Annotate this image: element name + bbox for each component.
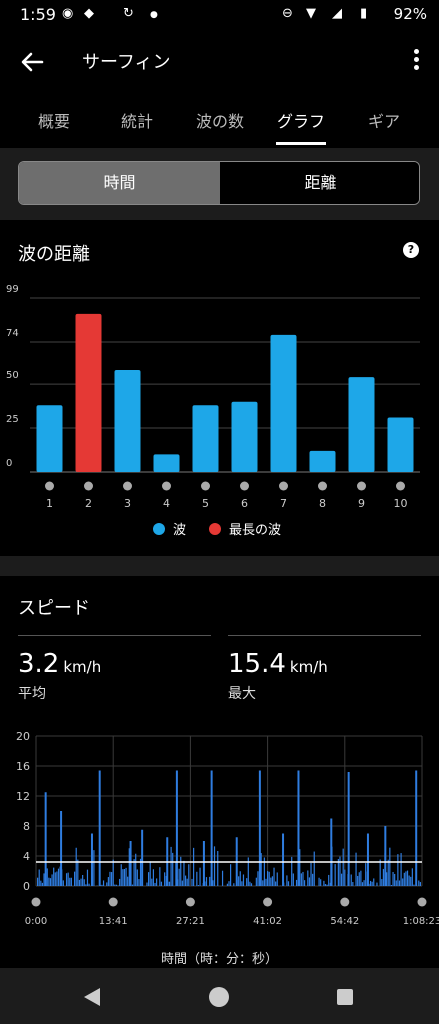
wave-marker-dot	[240, 481, 249, 491]
nav-home-icon[interactable]	[209, 987, 229, 1007]
y-tick-label: 50	[6, 370, 19, 381]
bar	[114, 370, 141, 472]
notification-app-icon: ◉	[62, 6, 74, 21]
tab-bar: 概要 統計 波の数 グラフ ギア	[0, 104, 439, 148]
battery-percent: 92%	[393, 5, 427, 23]
active-tab-indicator	[276, 142, 326, 145]
nav-recents-icon[interactable]	[337, 989, 353, 1005]
speed-card: スピード 3.2 km/h 平均 15.4 km/h 最大 0 4 8 12 16 20 0:0…	[0, 576, 439, 968]
tab-overview[interactable]: 概要	[38, 108, 70, 132]
y-tick-label: 0	[23, 880, 30, 893]
toggle-distance[interactable]: 距離	[220, 162, 419, 204]
x-tick-label: 6	[241, 497, 248, 510]
wave-marker-dot	[45, 481, 54, 491]
wave-marker-dot	[84, 481, 93, 491]
time-marker-dot	[340, 897, 350, 907]
x-tick-label: 41:02	[253, 916, 282, 927]
tab-stats[interactable]: 統計	[121, 108, 153, 132]
x-tick-label: 27:21	[176, 916, 205, 927]
bar	[348, 377, 375, 472]
x-tick-label: 54:42	[330, 916, 359, 927]
chat-icon: ◆	[84, 6, 94, 21]
time-marker-dot	[31, 897, 41, 907]
bar	[153, 454, 180, 472]
system-nav-bar	[0, 968, 439, 1024]
speed-chart: 0 4 8 12 16 20 0:00 13:41 27:21 41:02 54:42 1:08:23	[16, 730, 439, 927]
do-not-disturb-icon: ⊖	[282, 6, 293, 21]
app-bar: サーフィン	[0, 36, 439, 86]
legend-wave-label: 波	[173, 523, 186, 538]
wave-marker-dot	[357, 481, 366, 491]
wave-marker-dot	[123, 481, 132, 491]
wave-marker-dot	[279, 481, 288, 491]
wave-marker-dot	[201, 481, 210, 491]
x-tick-label: 13:41	[99, 916, 128, 927]
legend-wave-swatch	[153, 523, 165, 535]
toggle-time[interactable]: 時間	[19, 162, 220, 204]
y-tick-label: 74	[6, 328, 19, 339]
x-tick-label: 5	[202, 497, 209, 510]
y-tick-label: 8	[23, 820, 30, 833]
signal-icon: ◢	[332, 6, 342, 21]
x-tick-label: 2	[85, 497, 92, 510]
y-tick-label: 25	[6, 414, 19, 425]
x-tick-label: 8	[319, 497, 326, 510]
x-tick-label: 4	[163, 497, 170, 510]
page-title: サーフィン	[82, 52, 171, 73]
y-tick-label: 20	[16, 730, 30, 743]
status-time: 1:59	[20, 5, 56, 24]
wave-distance-card: 波の距離 ? 0 25 50 74 99 1 2 3 4 5 6 7 8 9 10 波最長の波	[0, 220, 439, 556]
y-tick-label: 16	[16, 760, 30, 773]
wave-marker-dot	[318, 481, 327, 491]
time-marker-dot	[185, 897, 195, 907]
x-tick-label: 3	[124, 497, 131, 510]
bar	[270, 334, 297, 472]
wave-distance-chart: 0 25 50 74 99 1 2 3 4 5 6 7 8 9 10 波 最長の波	[6, 284, 420, 538]
time-marker-dot	[108, 897, 118, 907]
nav-back-icon[interactable]	[84, 988, 100, 1006]
y-tick-label: 4	[23, 850, 30, 863]
status-bar: 1:59 ◉ ◆ ↻ ● ⊖ ▼ ◢ ▮ 92%	[0, 0, 439, 30]
more-options-icon[interactable]	[411, 46, 421, 76]
tab-graph[interactable]: グラフ	[277, 108, 325, 132]
sync-icon: ↻	[123, 6, 134, 21]
dot-icon: ●	[150, 10, 158, 20]
time-distance-toggle: 時間 距離	[18, 161, 420, 205]
battery-icon: ▮	[360, 6, 368, 21]
bar	[36, 405, 63, 472]
tab-gear[interactable]: ギア	[368, 108, 400, 132]
legend-longest-swatch	[209, 523, 221, 535]
bar	[231, 401, 258, 472]
bar	[192, 405, 219, 472]
x-tick-label: 1:08:23	[403, 916, 439, 927]
x-tick-label: 0:00	[25, 916, 47, 927]
y-tick-label: 12	[16, 790, 30, 803]
bar	[309, 450, 336, 472]
wave-marker-dot	[396, 481, 405, 491]
section-divider	[0, 556, 439, 576]
time-marker-dot	[417, 897, 427, 907]
bar	[387, 417, 414, 472]
back-arrow-icon[interactable]	[16, 46, 48, 78]
speed-x-axis-caption: 時間（時：分：秒）	[160, 952, 278, 967]
wave-marker-dot	[162, 481, 171, 491]
wifi-icon: ▼	[306, 6, 316, 21]
y-tick-label: 99	[6, 284, 19, 295]
x-tick-label: 7	[280, 497, 287, 510]
tab-wave-count[interactable]: 波の数	[196, 108, 244, 132]
x-tick-label: 9	[358, 497, 365, 510]
toggle-area: 時間 距離	[0, 148, 439, 220]
y-tick-label: 0	[6, 458, 12, 469]
time-marker-dot	[263, 897, 273, 907]
bar	[75, 313, 102, 472]
x-tick-label: 1	[46, 497, 53, 510]
legend-longest-label: 最長の波	[229, 523, 281, 538]
x-tick-label: 10	[394, 497, 408, 510]
